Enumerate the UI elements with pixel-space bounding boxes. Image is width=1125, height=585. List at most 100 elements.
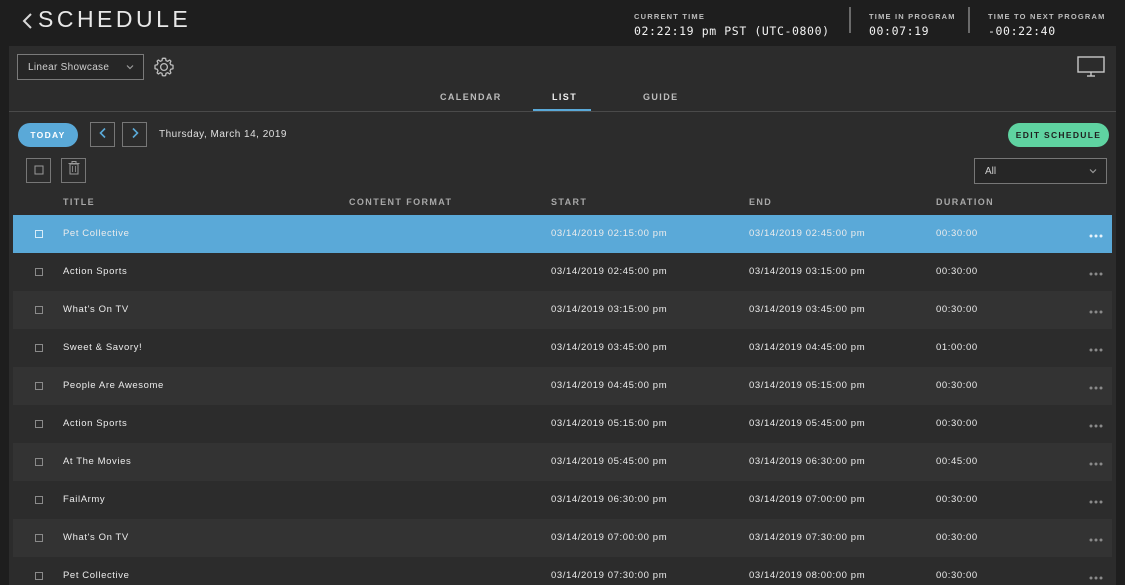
row-duration: 00:30:00 (936, 494, 978, 505)
more-dots-icon[interactable] (1089, 570, 1103, 580)
top-toolbar: Linear Showcase (9, 46, 1116, 86)
row-duration: 00:45:00 (936, 456, 978, 467)
tab-guide[interactable]: GUIDE (643, 92, 679, 102)
table-row[interactable]: FailArmy 03/14/2019 06:30:00 pm 03/14/2019… (13, 481, 1112, 519)
row-duration: 00:30:00 (936, 570, 978, 581)
row-checkbox[interactable] (35, 420, 43, 428)
checkbox-icon (34, 162, 44, 180)
current-time-stat: CURRENT TIME 02:22:19 pm PST (UTC-0800) (634, 12, 830, 38)
table-row[interactable]: What's On TV 03/14/2019 03:15:00 pm 03/14/… (13, 291, 1112, 329)
row-start: 03/14/2019 05:45:00 pm (551, 456, 668, 467)
more-dots-icon[interactable] (1089, 532, 1103, 542)
channel-select[interactable]: Linear Showcase (17, 54, 144, 80)
schedule-table-body: Pet Collective 03/14/2019 02:15:00 pm 03/1… (13, 215, 1112, 585)
column-header-title[interactable]: TITLE (63, 197, 95, 207)
row-duration: 00:30:00 (936, 304, 978, 315)
table-row[interactable]: Pet Collective 03/14/2019 02:15:00 pm 03/1… (13, 215, 1112, 253)
row-checkbox[interactable] (35, 534, 43, 542)
column-header-duration[interactable]: DURATION (936, 197, 994, 207)
row-end: 03/14/2019 07:00:00 pm (749, 494, 866, 505)
table-row[interactable]: What's On TV 03/14/2019 07:00:00 pm 03/14/… (13, 519, 1112, 557)
delete-button[interactable] (61, 158, 86, 183)
row-start: 03/14/2019 02:45:00 pm (551, 266, 668, 277)
select-all-button[interactable] (26, 158, 51, 183)
chevron-right-icon (130, 126, 140, 144)
row-start: 03/14/2019 07:30:00 pm (551, 570, 668, 581)
filter-select[interactable]: All (974, 158, 1107, 184)
tab-list[interactable]: LIST (552, 92, 577, 102)
more-dots-icon[interactable] (1089, 342, 1103, 352)
gear-icon[interactable] (153, 56, 175, 78)
current-time-value: 02:22:19 pm PST (UTC-0800) (634, 24, 830, 38)
row-checkbox[interactable] (35, 230, 43, 238)
row-duration: 00:30:00 (936, 418, 978, 429)
row-title: Action Sports (63, 266, 128, 277)
row-checkbox[interactable] (35, 268, 43, 276)
back-chevron-icon[interactable] (20, 11, 36, 31)
more-dots-icon[interactable] (1089, 304, 1103, 314)
row-checkbox[interactable] (35, 306, 43, 314)
row-duration: 00:30:00 (936, 532, 978, 543)
row-checkbox[interactable] (35, 572, 43, 580)
more-dots-icon[interactable] (1089, 418, 1103, 428)
table-row[interactable]: People Are Awesome 03/14/2019 04:45:00 pm… (13, 367, 1112, 405)
chevron-left-icon (98, 126, 108, 144)
table-row[interactable]: Action Sports 03/14/2019 02:45:00 pm 03/14… (13, 253, 1112, 291)
time-to-next-stat: TIME TO NEXT PROGRAM -00:22:40 (988, 12, 1106, 38)
channel-select-value: Linear Showcase (28, 61, 110, 73)
view-tabs: CALENDAR LIST GUIDE (9, 86, 1116, 112)
row-duration: 01:00:00 (936, 342, 978, 353)
row-duration: 00:30:00 (936, 380, 978, 391)
table-row[interactable]: Sweet & Savory! 03/14/2019 03:45:00 pm 03/… (13, 329, 1112, 367)
previous-day-button[interactable] (90, 122, 115, 147)
app-header: SCHEDULE CURRENT TIME 02:22:19 pm PST (U… (0, 0, 1125, 46)
row-end: 03/14/2019 03:15:00 pm (749, 266, 866, 277)
chevron-down-icon (126, 63, 134, 74)
row-title: FailArmy (63, 494, 106, 505)
row-checkbox[interactable] (35, 382, 43, 390)
more-dots-icon[interactable] (1089, 456, 1103, 466)
current-time-label: CURRENT TIME (634, 12, 706, 21)
more-dots-icon[interactable] (1089, 266, 1103, 276)
row-start: 03/14/2019 03:15:00 pm (551, 304, 668, 315)
chevron-down-icon (1089, 167, 1097, 178)
row-checkbox[interactable] (35, 344, 43, 352)
time-in-program-value: 00:07:19 (869, 24, 930, 38)
row-start: 03/14/2019 03:45:00 pm (551, 342, 668, 353)
row-start: 03/14/2019 02:15:00 pm (551, 228, 668, 239)
row-start: 03/14/2019 04:45:00 pm (551, 380, 668, 391)
more-dots-icon[interactable] (1089, 228, 1103, 238)
more-dots-icon[interactable] (1089, 494, 1103, 504)
trash-icon (68, 161, 80, 180)
table-row[interactable]: At The Movies 03/14/2019 05:45:00 pm 03/14… (13, 443, 1112, 481)
table-row[interactable]: Pet Collective 03/14/2019 07:30:00 pm 03/1… (13, 557, 1112, 585)
row-end: 03/14/2019 05:15:00 pm (749, 380, 866, 391)
edit-schedule-button[interactable]: EDIT SCHEDULE (1008, 123, 1109, 147)
header-divider (849, 7, 851, 33)
next-day-button[interactable] (122, 122, 147, 147)
row-end: 03/14/2019 08:00:00 pm (749, 570, 866, 581)
row-checkbox[interactable] (35, 458, 43, 466)
column-header-start[interactable]: START (551, 197, 587, 207)
column-header-content-format[interactable]: CONTENT FORMAT (349, 197, 452, 207)
row-checkbox[interactable] (35, 496, 43, 504)
time-to-next-value: -00:22:40 (988, 24, 1056, 38)
tab-calendar[interactable]: CALENDAR (440, 92, 502, 102)
table-header: TITLE CONTENT FORMAT START END DURATION (9, 194, 1116, 214)
table-row[interactable]: Action Sports 03/14/2019 05:15:00 pm 03/14… (13, 405, 1112, 443)
row-end: 03/14/2019 03:45:00 pm (749, 304, 866, 315)
row-end: 03/14/2019 06:30:00 pm (749, 456, 866, 467)
page-title: SCHEDULE (38, 6, 192, 32)
monitor-icon[interactable] (1077, 56, 1105, 78)
row-title: Pet Collective (63, 228, 130, 239)
active-tab-indicator (533, 109, 591, 111)
today-button[interactable]: TODAY (18, 123, 78, 147)
row-end: 03/14/2019 07:30:00 pm (749, 532, 866, 543)
row-title: Pet Collective (63, 570, 130, 581)
row-title: Sweet & Savory! (63, 342, 143, 353)
row-title: At The Movies (63, 456, 132, 467)
time-in-program-label: TIME IN PROGRAM (869, 12, 956, 21)
more-dots-icon[interactable] (1089, 380, 1103, 390)
time-to-next-label: TIME TO NEXT PROGRAM (988, 12, 1106, 21)
column-header-end[interactable]: END (749, 197, 772, 207)
